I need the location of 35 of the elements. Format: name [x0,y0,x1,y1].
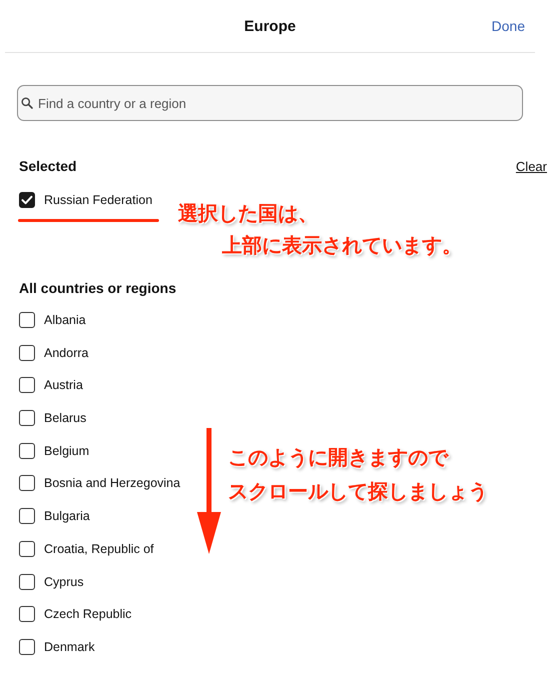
checkbox[interactable] [19,508,35,524]
checkbox[interactable] [19,410,35,426]
checkbox[interactable] [19,344,35,361]
annotation-text: スクロールして探しましょう [228,481,488,501]
search-field[interactable]: Find a country or a region [17,85,523,121]
checkbox[interactable] [19,312,35,328]
clear-link[interactable]: Clear [516,159,547,174]
country-label[interactable]: Czech Republic [44,607,132,622]
checkbox[interactable] [19,574,35,590]
checkbox[interactable] [19,192,35,208]
checkbox[interactable] [19,540,35,557]
checkbox[interactable] [19,377,35,394]
country-label[interactable]: Croatia, Republic of [44,542,154,556]
country-label[interactable]: Denmark [44,640,95,654]
checkbox[interactable] [19,606,35,622]
checkbox[interactable] [19,442,35,459]
checkbox[interactable] [19,475,35,492]
country-label[interactable]: Andorra [44,346,88,360]
country-label[interactable]: Austria [44,378,83,392]
annotation-text: 選択した国は、 [178,203,319,223]
section-heading: Selected [19,158,77,174]
country-label[interactable]: Bosnia and Herzegovina [44,476,180,490]
annotation-text: このように開きますので [228,447,450,467]
country-label[interactable]: Bulgaria [44,509,90,524]
checkbox[interactable] [19,638,35,655]
country-label[interactable]: Belarus [44,411,86,426]
country-label[interactable]: Albania [44,313,86,328]
section-heading: All countries or regions [19,280,178,296]
window-title: Europe [244,18,296,34]
annotation-text: 上部に表示されています。 [222,235,462,255]
country-label[interactable]: Russian Federation [44,193,152,208]
checkmark-icon [21,195,33,206]
done-button[interactable]: Done [492,18,525,34]
country-label[interactable]: Cyprus [44,574,84,589]
country-label[interactable]: Belgium [44,444,90,458]
